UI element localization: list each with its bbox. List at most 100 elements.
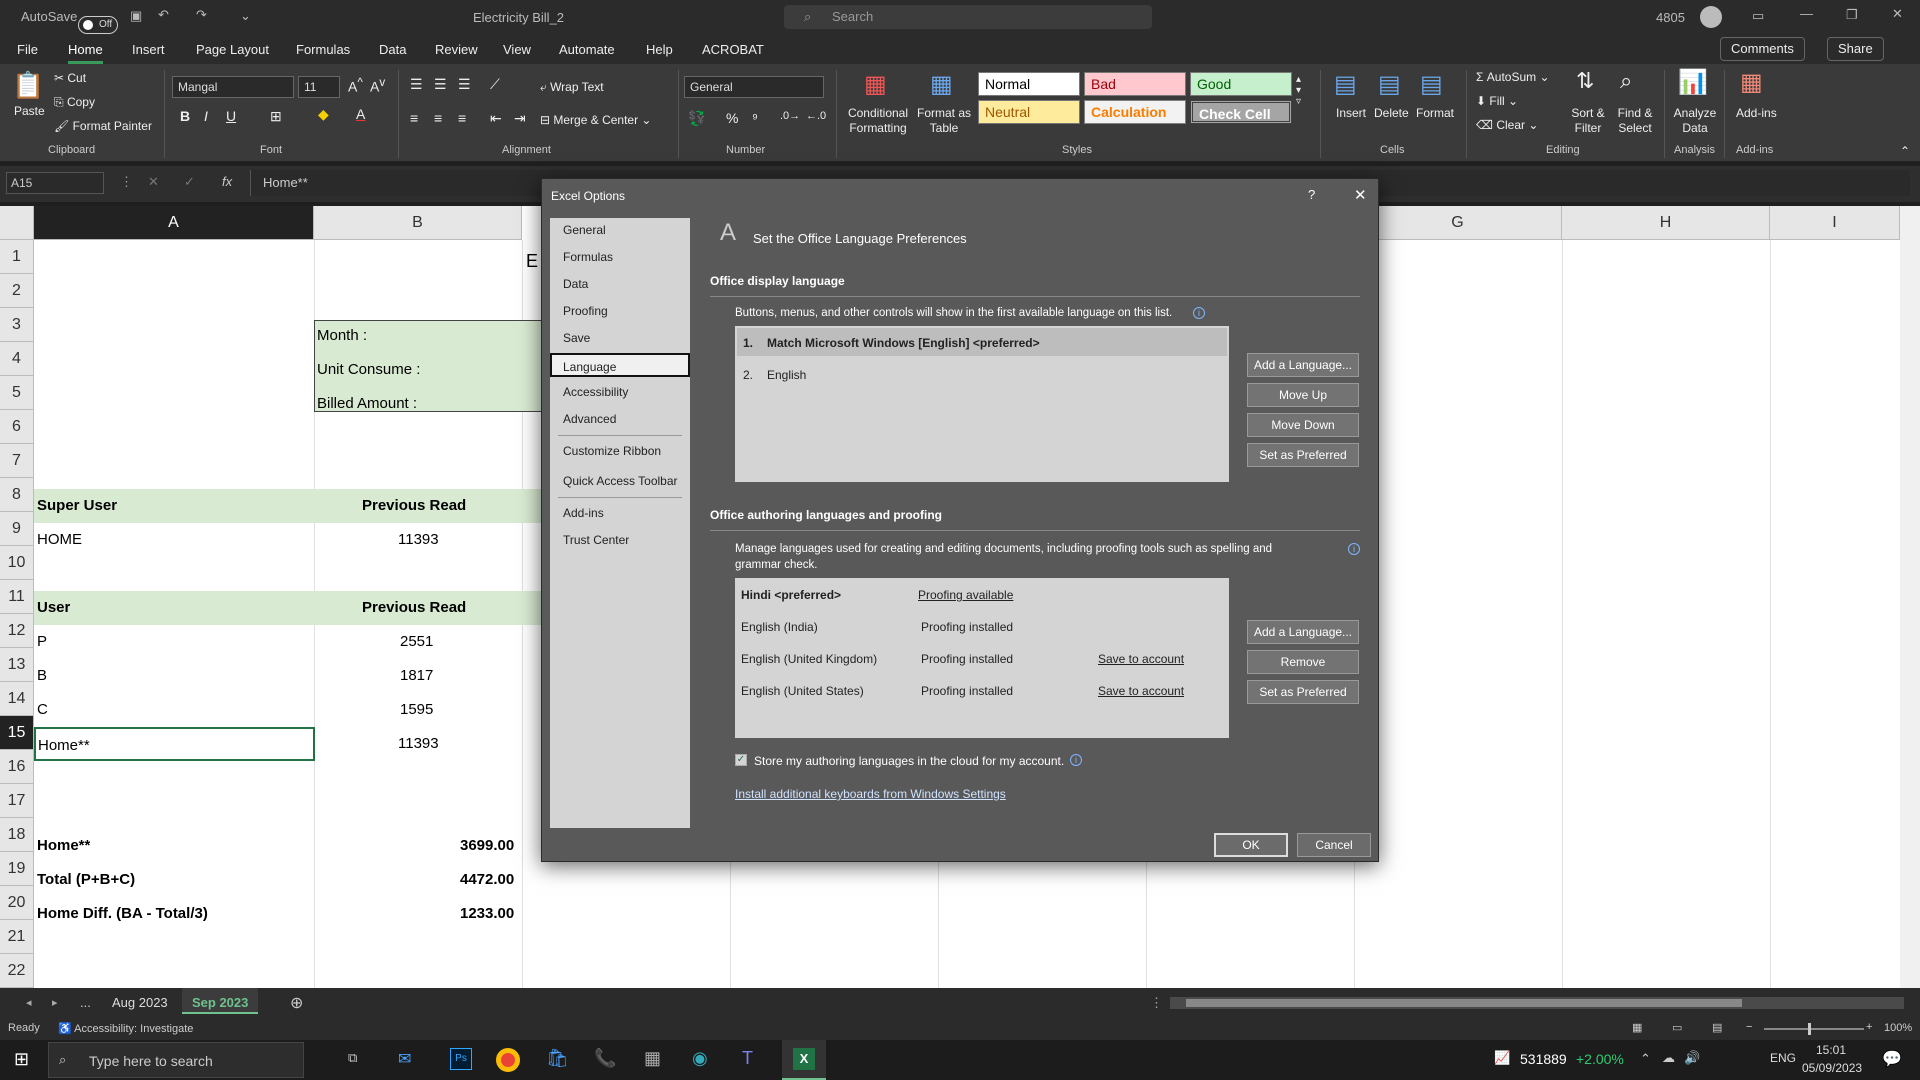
nav-data[interactable]: Data — [550, 272, 690, 296]
cell-user-b-read[interactable]: 1817 — [400, 659, 433, 693]
insert-cells-icon[interactable]: ▤ — [1334, 70, 1357, 99]
merge-center-button[interactable]: ⊟ Merge & Center ⌄ — [540, 113, 651, 127]
set-display-preferred-button[interactable]: Set as Preferred — [1247, 443, 1359, 467]
row-header[interactable]: 10 — [0, 546, 34, 580]
row-header[interactable]: 22 — [0, 954, 34, 988]
more-sheets-button[interactable]: ... — [80, 995, 91, 1010]
styles-scroll-icon[interactable]: ▴ ▾ ▿ — [1296, 74, 1301, 107]
decrease-indent-icon[interactable]: ⇤ — [490, 110, 502, 127]
bold-icon[interactable]: B — [180, 108, 190, 124]
authoring-language-name[interactable]: English (United States) — [741, 684, 864, 698]
move-down-button[interactable]: Move Down — [1247, 413, 1359, 437]
zoom-out-icon[interactable]: − — [1746, 1021, 1752, 1033]
style-check-cell[interactable]: Check Cell — [1190, 100, 1292, 124]
set-authoring-preferred-button[interactable]: Set as Preferred — [1247, 680, 1359, 704]
cell-user-c-read[interactable]: 1595 — [400, 693, 433, 727]
underline-icon[interactable]: U — [226, 108, 236, 124]
tray-expand-icon[interactable]: ⌃ — [1640, 1051, 1651, 1067]
cell-home[interactable]: HOME — [37, 523, 82, 557]
cancel-button[interactable]: Cancel — [1297, 833, 1371, 857]
menu-home[interactable]: Home — [68, 42, 103, 64]
format-painter-button[interactable]: 🖌 Format Painter — [54, 119, 152, 133]
cell-home-star-total[interactable]: 3699.00 — [460, 829, 514, 863]
move-up-button[interactable]: Move Up — [1247, 383, 1359, 407]
cell-user-c[interactable]: C — [37, 693, 48, 727]
cell-title-partial[interactable]: E — [526, 244, 538, 278]
page-break-view-icon[interactable]: ▤ — [1712, 1021, 1722, 1034]
style-calculation[interactable]: Calculation — [1084, 100, 1186, 124]
format-cells-button[interactable]: Format — [1416, 106, 1454, 120]
zoom-level[interactable]: 100% — [1884, 1022, 1912, 1034]
style-neutral[interactable]: Neutral — [978, 100, 1080, 124]
conditional-formatting-button[interactable]: Conditional Formatting — [846, 106, 910, 136]
dialog-close-icon[interactable]: ✕ — [1354, 186, 1367, 204]
row-header[interactable]: 18 — [0, 818, 34, 852]
menu-formulas[interactable]: Formulas — [296, 42, 350, 57]
menu-automate[interactable]: Automate — [559, 42, 615, 57]
row-header[interactable]: 9 — [0, 512, 34, 546]
cell-home-read[interactable]: 11393 — [398, 523, 439, 557]
remove-language-button[interactable]: Remove — [1247, 650, 1359, 674]
cell-user-header[interactable]: User — [37, 591, 70, 625]
sort-filter-button[interactable]: Sort & Filter — [1564, 106, 1612, 136]
prev-sheet-icon[interactable]: ◂ — [26, 996, 32, 1009]
install-keyboards-link[interactable]: Install additional keyboards from Window… — [735, 787, 1006, 801]
info-icon[interactable]: i — [1193, 307, 1205, 319]
analyze-data-icon[interactable]: 📊 — [1678, 68, 1708, 97]
row-header[interactable]: 4 — [0, 342, 34, 376]
menu-acrobat[interactable]: ACROBAT — [702, 42, 764, 57]
insert-function-icon[interactable]: fx — [222, 174, 232, 189]
row-header[interactable]: 16 — [0, 750, 34, 784]
add-authoring-language-button[interactable]: Add a Language... — [1247, 620, 1359, 644]
ribbon-display-icon[interactable]: ▭ — [1752, 8, 1764, 24]
row-header[interactable]: 17 — [0, 784, 34, 818]
comma-style-icon[interactable]: ⁹ — [752, 110, 758, 126]
excel-taskbar-button[interactable]: X — [782, 1040, 826, 1080]
align-right-icon[interactable]: ≡ — [458, 110, 466, 126]
row-header[interactable]: 15 — [0, 716, 34, 750]
save-to-account-link[interactable]: Save to account — [1098, 652, 1184, 666]
row-header[interactable]: 13 — [0, 648, 34, 682]
task-view-icon[interactable]: ⧉ — [348, 1050, 357, 1066]
nav-customize-ribbon[interactable]: Customize Ribbon — [550, 439, 690, 463]
next-sheet-icon[interactable]: ▸ — [52, 996, 58, 1009]
more-icon[interactable]: ⋮ — [120, 174, 133, 190]
orientation-icon[interactable]: ⟋ — [490, 76, 500, 93]
italic-icon[interactable]: I — [204, 108, 208, 124]
tab-sep-2023[interactable]: Sep 2023 — [182, 988, 259, 1014]
minimize-icon[interactable]: — — [1800, 6, 1813, 21]
cut-button[interactable]: ✂ Cut — [54, 71, 86, 85]
cell-home-diff-value[interactable]: 1233.00 — [460, 897, 514, 931]
nav-accessibility[interactable]: Accessibility — [550, 380, 690, 404]
wrap-text-button[interactable]: ⤶ Wrap Text — [540, 80, 604, 95]
row-header[interactable]: 6 — [0, 410, 34, 444]
authoring-language-name[interactable]: English (United Kingdom) — [741, 652, 877, 666]
paste-button[interactable]: Paste — [14, 104, 45, 118]
cell-user-b[interactable]: B — [37, 659, 47, 693]
nav-add-ins[interactable]: Add-ins — [550, 501, 690, 525]
increase-decimal-icon[interactable]: .0→ — [780, 110, 800, 122]
delete-cells-button[interactable]: Delete — [1374, 106, 1409, 120]
horizontal-scrollbar[interactable] — [1170, 997, 1904, 1009]
display-language-list[interactable]: 1. Match Microsoft Windows [English] <pr… — [735, 326, 1229, 482]
cell-user-p-read[interactable]: 2551 — [400, 625, 433, 659]
cell-billed-amount-label[interactable]: Billed Amount : — [317, 387, 417, 421]
align-middle-icon[interactable]: ☰ — [434, 76, 447, 93]
add-sheet-icon[interactable]: ⊕ — [290, 993, 303, 1013]
accounting-format-icon[interactable]: 💱 — [688, 110, 705, 127]
copy-button[interactable]: ⎘ Copy — [54, 95, 95, 110]
search-input[interactable]: Search — [784, 5, 1152, 29]
avatar[interactable] — [1700, 6, 1722, 28]
nav-save[interactable]: Save — [550, 326, 690, 350]
paste-icon[interactable]: 📋 — [12, 70, 44, 101]
cell-home-star-total-label[interactable]: Home** — [37, 829, 90, 863]
save-to-account-link[interactable]: Save to account — [1098, 684, 1184, 698]
save-icon[interactable]: ▣ — [130, 8, 142, 24]
store-languages-checkbox[interactable]: ✓ — [735, 754, 747, 766]
row-header[interactable]: 1 — [0, 240, 34, 274]
document-title[interactable]: Electricity Bill_2 — [473, 10, 564, 25]
font-size-select[interactable]: 11 — [298, 76, 340, 98]
clock-date[interactable]: 05/09/2023 — [1802, 1061, 1862, 1075]
menu-review[interactable]: Review — [435, 42, 478, 57]
store-languages-label[interactable]: Store my authoring languages in the clou… — [754, 754, 1064, 768]
